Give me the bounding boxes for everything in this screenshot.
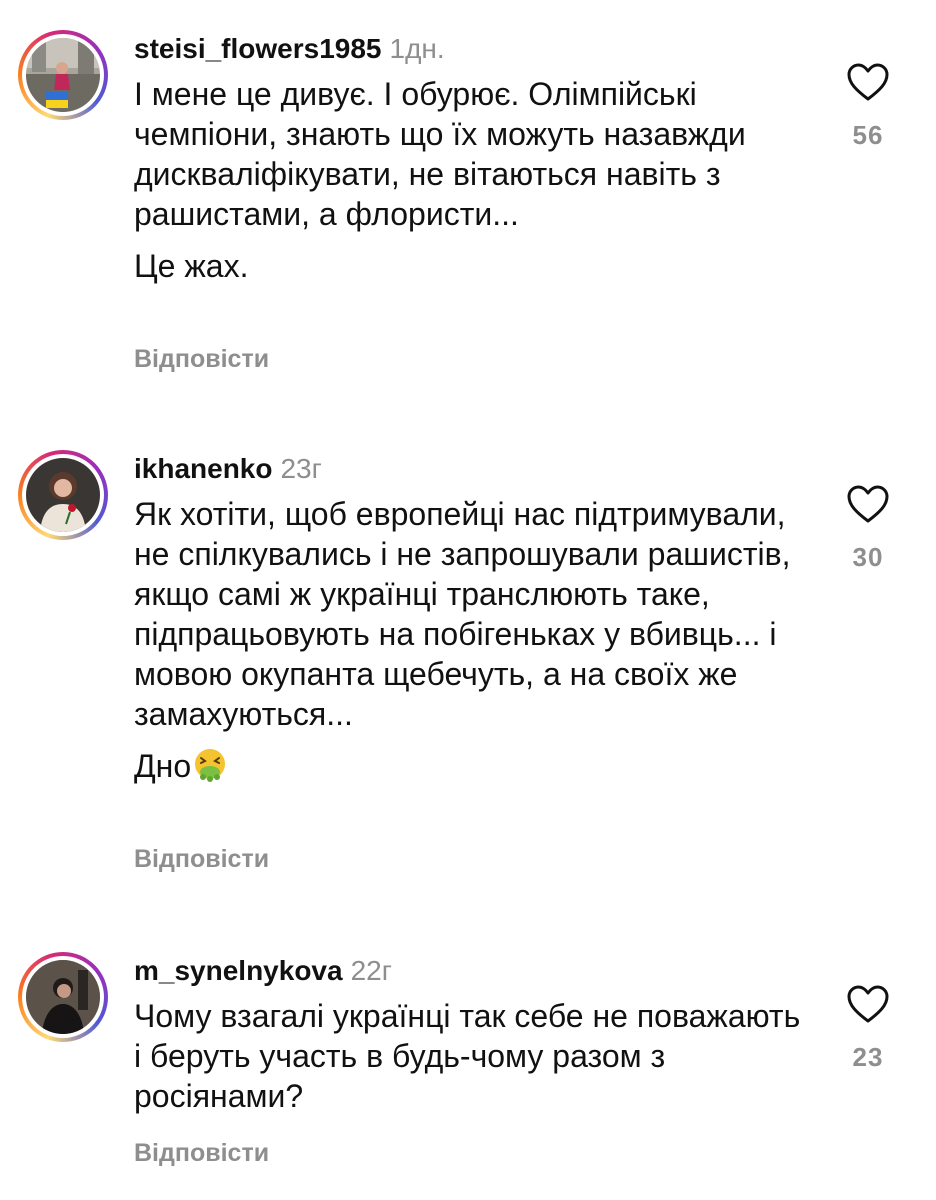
comment-text: І мене це дивує. І обурює. Олімпійські ч… [134, 74, 814, 286]
comment-paragraph: Дно [134, 746, 814, 786]
comment-paragraph: І мене це дивує. І обурює. Олімпійські ч… [134, 76, 746, 232]
like-count: 23 [852, 1042, 884, 1072]
comment-paragraph: Чому взагалі українці так себе не поважа… [134, 998, 801, 1114]
like-control: 23 [838, 984, 898, 1073]
heart-icon[interactable] [846, 484, 890, 524]
comment-paragraph: Це жах. [134, 248, 249, 284]
comment-text: Чому взагалі українці так себе не поважа… [134, 996, 814, 1116]
avatar-image [26, 458, 100, 532]
reply-button[interactable]: Відповісти [134, 844, 269, 874]
comment-meta: ikhanenko 23г [134, 452, 322, 486]
username[interactable]: steisi_flowers1985 [134, 33, 382, 64]
avatar-image [26, 960, 100, 1034]
comment-text: Як хотіти, щоб европейці нас підтримувал… [134, 494, 814, 786]
comment-paragraph: Як хотіти, щоб европейці нас підтримувал… [134, 496, 791, 732]
reply-button[interactable]: Відповісти [134, 344, 269, 374]
heart-icon[interactable] [846, 984, 890, 1024]
avatar[interactable] [18, 30, 108, 120]
comment-meta: steisi_flowers1985 1дн. [134, 32, 445, 66]
timestamp: 23г [280, 453, 322, 484]
username[interactable]: ikhanenko [134, 453, 272, 484]
nauseated-face-emoji [195, 749, 226, 782]
username[interactable]: m_synelnykova [134, 955, 343, 986]
like-count: 30 [852, 542, 884, 572]
like-control: 56 [838, 62, 898, 151]
comment-meta: m_synelnykova 22г [134, 954, 392, 988]
timestamp: 22г [350, 955, 392, 986]
heart-icon[interactable] [846, 62, 890, 102]
avatar-image [26, 38, 100, 112]
like-control: 30 [838, 484, 898, 573]
avatar[interactable] [18, 450, 108, 540]
reply-button[interactable]: Відповісти [134, 1138, 269, 1168]
timestamp: 1дн. [389, 33, 445, 64]
avatar[interactable] [18, 952, 108, 1042]
comment-paragraph-text: Дно [134, 748, 192, 784]
like-count: 56 [852, 120, 884, 150]
